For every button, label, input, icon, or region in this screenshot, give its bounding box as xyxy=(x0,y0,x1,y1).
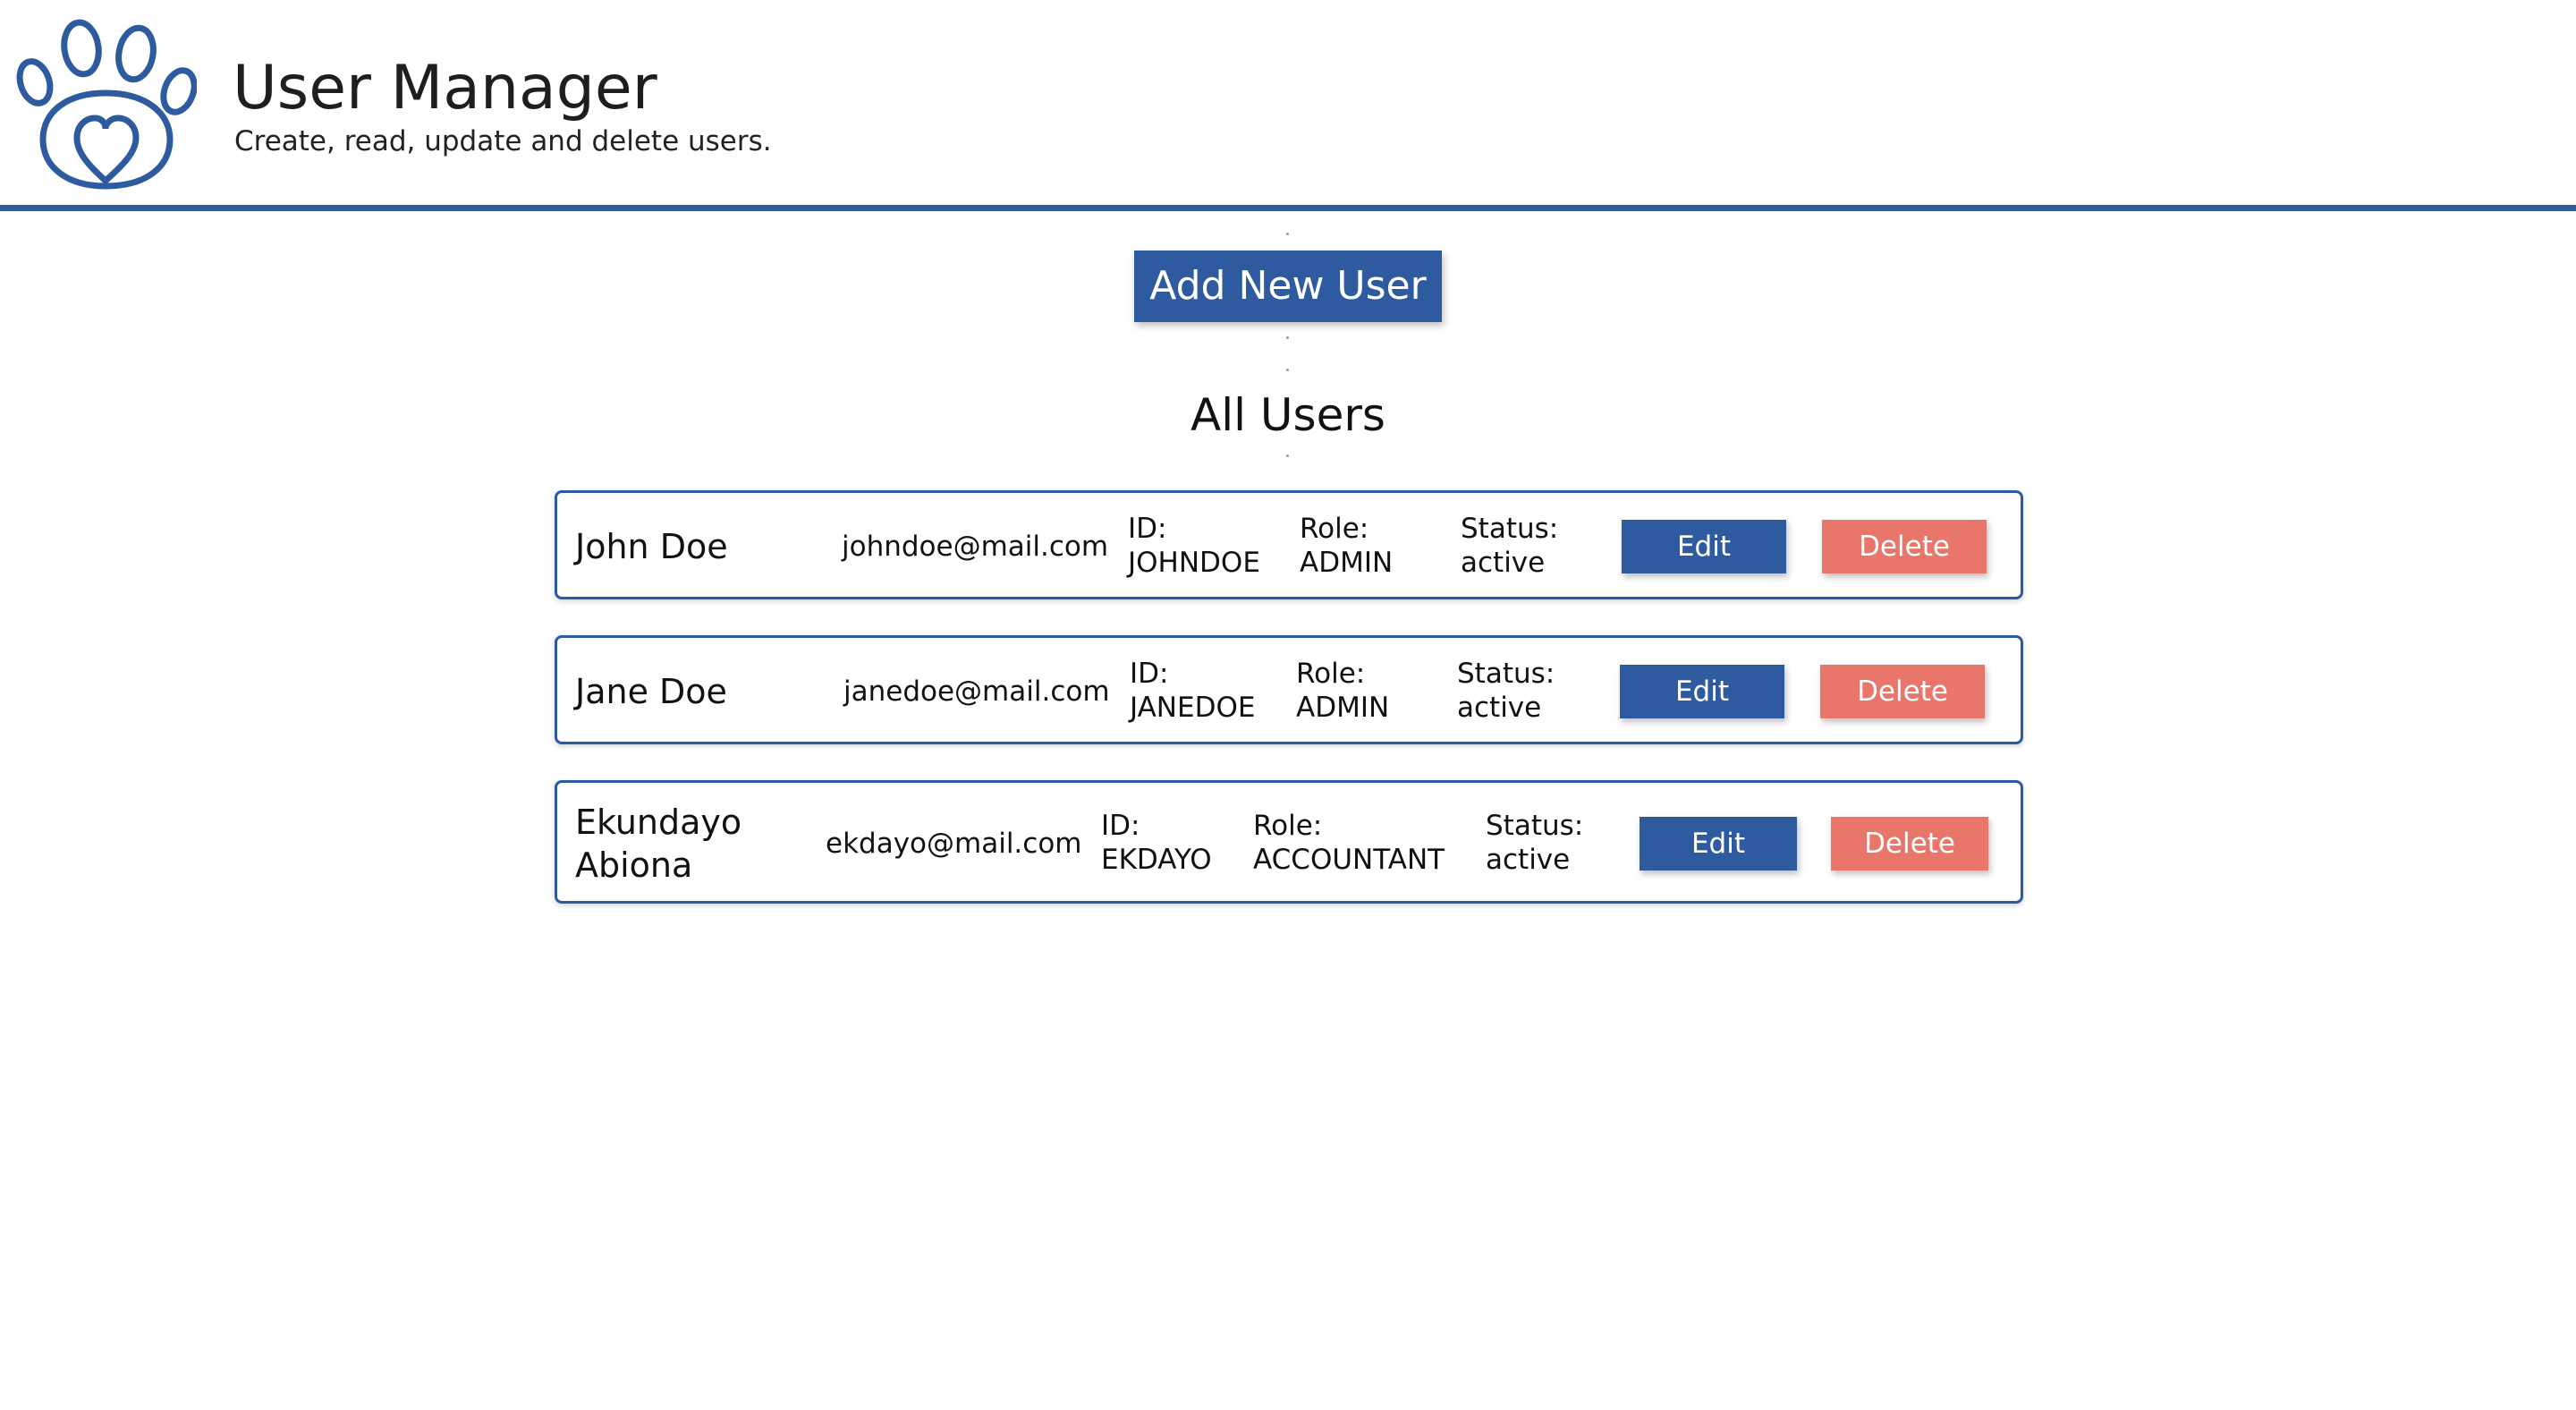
user-role-label: Role: xyxy=(1300,513,1369,545)
user-status-label: Status: xyxy=(1486,810,1584,842)
delete-user-button[interactable]: Delete xyxy=(1831,817,1988,871)
user-email: ekdayo@mail.com xyxy=(826,828,1082,860)
user-role-value: ADMIN xyxy=(1296,692,1390,724)
edit-user-button[interactable]: Edit xyxy=(1620,665,1784,718)
user-role-label: Role: xyxy=(1296,658,1366,690)
user-card: Jane Doe janedoe@mail.com ID: JANEDOE Ro… xyxy=(555,635,2023,744)
app-subtitle: Create, read, update and delete users. xyxy=(234,125,772,157)
paw-heart-icon xyxy=(16,19,197,190)
user-id-value: EKDAYO xyxy=(1101,844,1212,876)
user-role-value: ADMIN xyxy=(1300,547,1394,579)
user-name: Jane Doe xyxy=(575,672,727,711)
add-new-user-button[interactable]: Add New User xyxy=(1134,251,1442,322)
user-role-label: Role: xyxy=(1253,810,1323,842)
user-status-label: Status: xyxy=(1457,658,1555,690)
delete-user-button[interactable]: Delete xyxy=(1822,520,1987,573)
edit-user-button[interactable]: Edit xyxy=(1622,520,1786,573)
separator-dot xyxy=(1286,369,1289,371)
user-id-label: ID: xyxy=(1101,810,1140,842)
user-status-value: active xyxy=(1486,844,1571,876)
user-card: Ekundayo Abiona ekdayo@mail.com ID: EKDA… xyxy=(555,780,2023,904)
user-id-value: JANEDOE xyxy=(1130,692,1256,724)
separator-dot xyxy=(1286,233,1289,235)
user-card: John Doe johndoe@mail.com ID: JOHNDOE Ro… xyxy=(555,490,2023,599)
user-role-value: ACCOUNTANT xyxy=(1253,844,1445,876)
separator-dot xyxy=(1286,336,1289,339)
user-name: John Doe xyxy=(575,527,728,566)
user-status-label: Status: xyxy=(1461,513,1559,545)
user-id-label: ID: xyxy=(1128,513,1167,545)
user-id-label: ID: xyxy=(1130,658,1169,690)
app-header: User Manager Create, read, update and de… xyxy=(0,0,2576,211)
separator-dot xyxy=(1286,454,1289,457)
user-email: janedoe@mail.com xyxy=(843,675,1110,708)
user-name: Ekundayo Abiona xyxy=(575,801,741,887)
user-status-value: active xyxy=(1461,547,1546,579)
user-status-value: active xyxy=(1457,692,1542,724)
edit-user-button[interactable]: Edit xyxy=(1640,817,1797,871)
user-name-line: Abiona xyxy=(575,845,693,885)
user-id-value: JOHNDOE xyxy=(1128,547,1260,579)
user-name-line: Ekundayo xyxy=(575,803,742,842)
all-users-heading: All Users xyxy=(1191,389,1385,441)
user-email: johndoe@mail.com xyxy=(842,531,1109,563)
delete-user-button[interactable]: Delete xyxy=(1820,665,1985,718)
app-title: User Manager xyxy=(233,53,657,123)
